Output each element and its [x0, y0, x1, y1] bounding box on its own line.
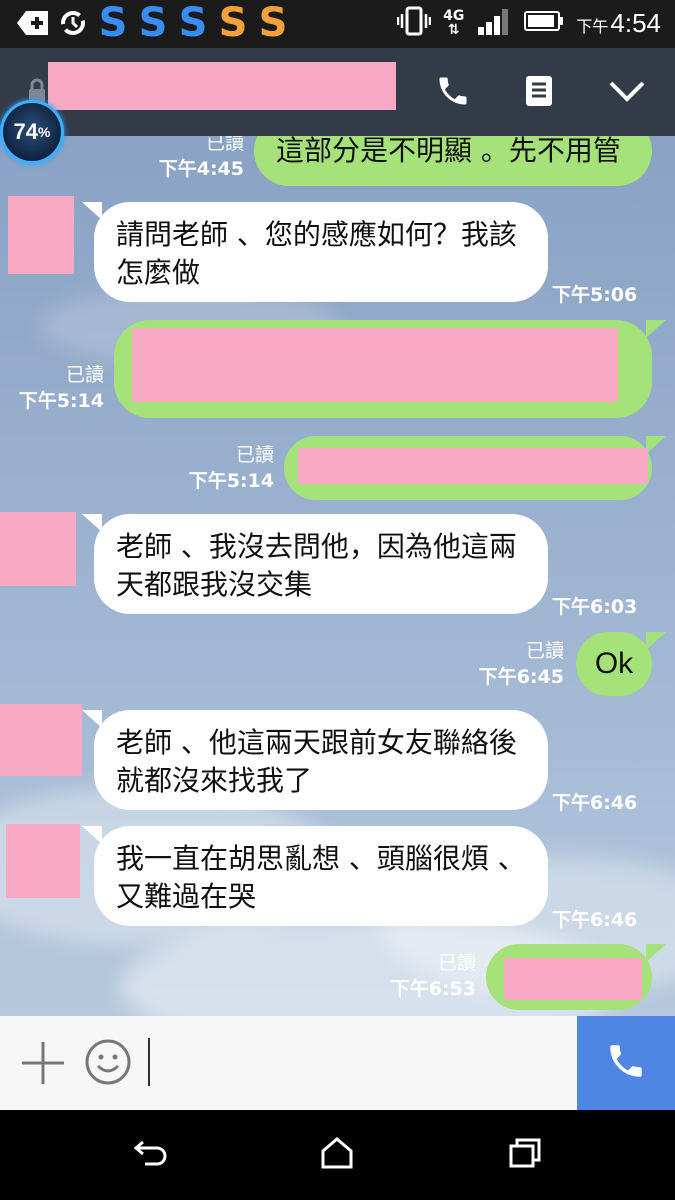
read-receipt: 已讀	[205, 136, 244, 154]
redacted-content	[132, 328, 618, 402]
read-receipt: 已讀	[235, 444, 274, 466]
message-time: 下午6:03	[552, 596, 638, 618]
call-button[interactable]	[428, 68, 478, 118]
redacted-content	[504, 958, 642, 1000]
avatar[interactable]	[0, 512, 76, 586]
message-time: 下午6:45	[478, 666, 564, 688]
message-bubble-incoming[interactable]: 我一直在胡思亂想 、頭腦很煩 、又難過在哭	[82, 826, 548, 926]
message-time: 下午5:14	[188, 470, 274, 492]
battery-widget-badge[interactable]: 74%	[0, 100, 64, 164]
message-meta: 已讀 下午5:14	[10, 362, 104, 414]
emoji-button[interactable]	[84, 1038, 132, 1090]
avatar[interactable]	[6, 824, 80, 898]
notes-button[interactable]	[514, 68, 564, 118]
redacted-content	[298, 448, 648, 484]
network-type-icon: 4G ⇅	[443, 8, 465, 38]
sync-icon	[56, 6, 90, 40]
avatar[interactable]	[8, 196, 74, 274]
voice-call-button[interactable]	[577, 1016, 675, 1110]
app-s-icon: S	[258, 0, 288, 46]
phone-icon	[605, 1040, 647, 1086]
status-clock: 下午4:54	[576, 7, 661, 38]
message-time: 下午4:45	[158, 158, 244, 180]
message-input[interactable]	[140, 1024, 570, 1102]
message-bubble-outgoing[interactable]: Ok	[576, 632, 666, 696]
app-s-icon: S	[178, 0, 208, 46]
notification-icons: S S S S S	[16, 0, 290, 46]
back-icon	[133, 1138, 169, 1172]
read-receipt: 已讀	[525, 640, 564, 662]
add-attachment-button[interactable]	[20, 1040, 66, 1090]
system-icons: 4G ⇅ 下午4:54	[396, 6, 661, 40]
add-notification-icon	[16, 6, 50, 40]
menu-expand-button[interactable]	[602, 68, 652, 118]
smiley-icon	[84, 1039, 132, 1090]
vibrate-icon	[396, 6, 432, 40]
read-receipt: 已讀	[65, 364, 104, 386]
contact-name	[48, 62, 396, 110]
home-icon	[320, 1137, 354, 1173]
recent-apps-icon	[508, 1137, 542, 1173]
message-text: 請問老師 、您的感應如何？我該怎麼做	[116, 218, 517, 289]
message-meta: 已讀 下午5:14	[180, 442, 274, 494]
message-text: 這部分是不明顯 。先不用管	[276, 136, 621, 167]
avatar[interactable]	[0, 704, 82, 776]
message-time: 下午5:06	[552, 284, 638, 306]
message-meta: 已讀 下午4:45	[150, 136, 244, 182]
message-text: 老師 、他這兩天跟前女友聯絡後就都沒來找我了	[116, 726, 517, 797]
message-time: 下午6:46	[552, 792, 638, 814]
app-s-icon: S	[98, 0, 128, 46]
home-button[interactable]	[312, 1130, 362, 1180]
message-text: 我一直在胡思亂想 、頭腦很煩 、又難過在哭	[116, 842, 526, 913]
message-input-bar	[0, 1016, 675, 1110]
read-receipt: 已讀	[437, 952, 476, 974]
message-meta: 已讀 下午6:53	[382, 950, 476, 1002]
app-s-icon: S	[218, 0, 248, 46]
signal-icon	[476, 7, 512, 39]
message-time: 下午6:53	[390, 978, 476, 1000]
message-bubble-incoming[interactable]: 老師 、我沒去問他，因為他這兩天都跟我沒交集	[82, 514, 548, 614]
chat-area[interactable]: 已讀 下午4:45 這部分是不明顯 。先不用管 請問老師 、您的感應如何？我該怎…	[0, 136, 675, 1016]
text-cursor	[148, 1038, 150, 1086]
chevron-down-icon	[608, 79, 646, 107]
chat-header	[0, 48, 675, 136]
phone-icon	[435, 73, 471, 113]
message-text: 老師 、我沒去問他，因為他這兩天都跟我沒交集	[116, 530, 517, 601]
message-bubble-incoming[interactable]: 請問老師 、您的感應如何？我該怎麼做	[82, 202, 548, 302]
plus-icon	[20, 1042, 66, 1090]
system-nav-bar	[0, 1110, 675, 1200]
message-time: 下午6:46	[552, 909, 638, 931]
recent-apps-button[interactable]	[500, 1130, 550, 1180]
notes-icon	[524, 74, 554, 112]
battery-icon	[524, 10, 564, 36]
message-bubble-incoming[interactable]: 老師 、他這兩天跟前女友聯絡後就都沒來找我了	[82, 710, 548, 810]
app-s-icon: S	[138, 0, 168, 46]
message-time: 下午5:14	[18, 390, 104, 412]
message-meta: 已讀 下午6:45	[470, 638, 564, 690]
message-bubble-outgoing[interactable]: 這部分是不明顯 。先不用管	[254, 136, 652, 186]
message-text: Ok	[594, 647, 634, 680]
back-button[interactable]	[126, 1130, 176, 1180]
status-bar: S S S S S 4G ⇅ 下午4:54	[0, 0, 675, 48]
